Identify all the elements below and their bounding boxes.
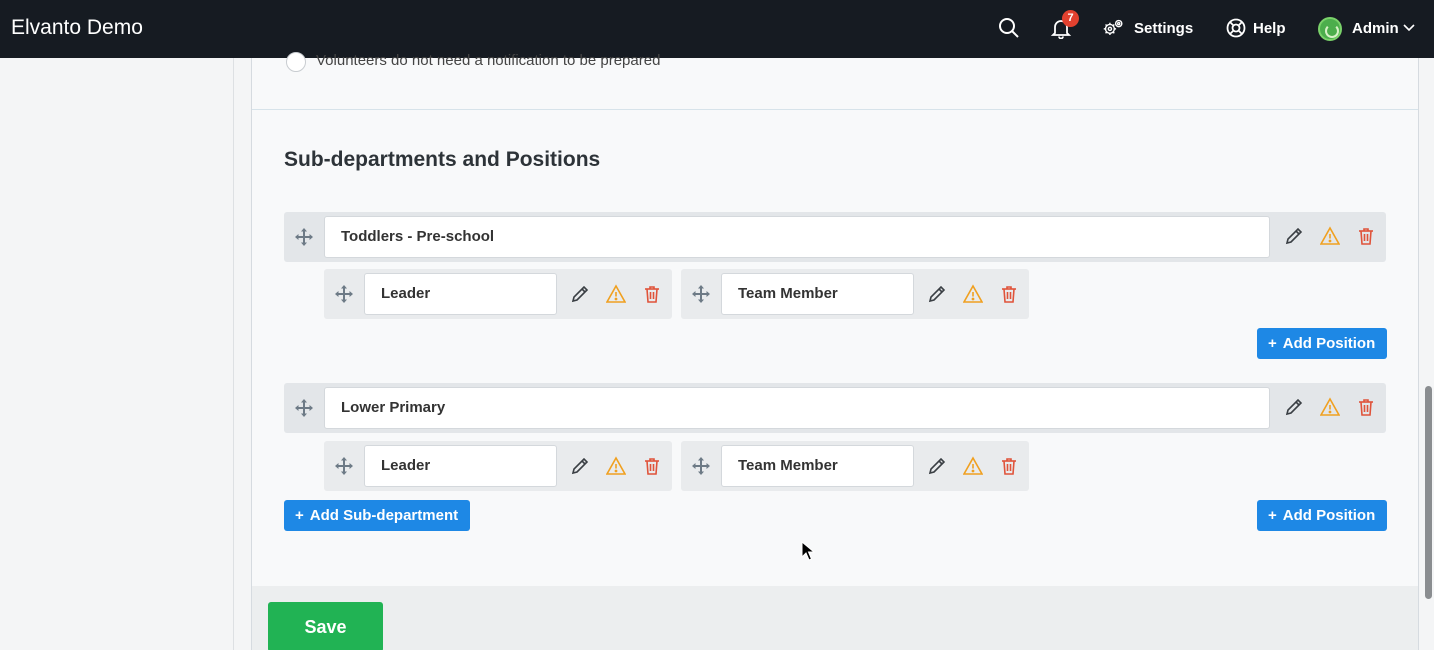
app-title[interactable]: Elvanto Demo — [11, 16, 143, 40]
trash-icon[interactable] — [999, 456, 1019, 476]
gears-icon[interactable] — [1102, 17, 1127, 39]
plus-icon: + — [1268, 335, 1277, 352]
section-divider — [252, 109, 1418, 110]
add-position-label: Add Position — [1282, 335, 1376, 352]
plus-icon: + — [295, 507, 304, 524]
position-row: Team Member — [681, 441, 1029, 491]
trash-icon[interactable] — [642, 284, 662, 304]
trash-icon[interactable] — [1356, 397, 1376, 417]
warning-icon[interactable] — [606, 284, 626, 304]
position-name-field[interactable]: Team Member — [721, 445, 914, 487]
add-subdepartment-button[interactable]: + Add Sub-department — [284, 500, 471, 531]
form-footer — [251, 586, 1419, 650]
warning-icon[interactable] — [963, 456, 983, 476]
plus-icon: + — [1268, 507, 1277, 524]
notification-count-badge: 7 — [1062, 10, 1079, 27]
trash-icon[interactable] — [1356, 226, 1376, 246]
search-icon[interactable] — [998, 17, 1020, 39]
move-icon[interactable] — [691, 284, 711, 304]
position-name-field[interactable]: Leader — [364, 445, 557, 487]
pencil-icon[interactable] — [570, 456, 590, 476]
lifebuoy-icon[interactable] — [1225, 17, 1247, 39]
position-row: Leader — [324, 269, 672, 319]
pencil-icon[interactable] — [1284, 226, 1304, 246]
position-row: Leader — [324, 441, 672, 491]
save-button[interactable]: Save — [268, 602, 383, 650]
volunteer-notification-label: Volunteers do not need a notification to… — [316, 52, 661, 69]
move-icon[interactable] — [294, 227, 314, 247]
settings-link[interactable]: Settings — [1134, 20, 1193, 37]
help-link[interactable]: Help — [1253, 20, 1286, 37]
pencil-icon[interactable] — [1284, 397, 1304, 417]
move-icon[interactable] — [334, 284, 354, 304]
chevron-down-icon[interactable] — [1402, 20, 1416, 34]
mouse-cursor-icon — [801, 540, 816, 561]
position-name-field[interactable]: Team Member — [721, 273, 914, 315]
move-icon[interactable] — [294, 398, 314, 418]
left-sidebar — [0, 58, 234, 650]
subdepartment-name-field[interactable]: Lower Primary — [324, 387, 1270, 429]
move-icon[interactable] — [334, 456, 354, 476]
trash-icon[interactable] — [999, 284, 1019, 304]
subdepartment-row: Lower Primary — [284, 383, 1386, 433]
pencil-icon[interactable] — [570, 284, 590, 304]
add-position-button[interactable]: + Add Position — [1257, 328, 1388, 359]
add-subdepartment-label: Add Sub-department — [309, 507, 459, 524]
section-title: Sub-departments and Positions — [284, 148, 601, 171]
subdepartment-name-field[interactable]: Toddlers - Pre-school — [324, 216, 1270, 258]
move-icon[interactable] — [691, 456, 711, 476]
pencil-icon[interactable] — [927, 284, 947, 304]
volunteer-notification-radio[interactable] — [286, 52, 306, 72]
subdepartment-row: Toddlers - Pre-school — [284, 212, 1386, 262]
warning-icon[interactable] — [1320, 397, 1340, 417]
add-position-label: Add Position — [1282, 507, 1376, 524]
add-position-button[interactable]: + Add Position — [1257, 500, 1388, 531]
pencil-icon[interactable] — [927, 456, 947, 476]
user-avatar[interactable] — [1318, 17, 1342, 41]
warning-icon[interactable] — [1320, 226, 1340, 246]
top-navigation-bar: Elvanto Demo 7 Settings Help Admin — [0, 0, 1434, 58]
user-menu-label[interactable]: Admin — [1352, 20, 1399, 37]
vertical-scrollbar[interactable] — [1425, 386, 1432, 599]
position-row: Team Member — [681, 269, 1029, 319]
warning-icon[interactable] — [606, 456, 626, 476]
trash-icon[interactable] — [642, 456, 662, 476]
warning-icon[interactable] — [963, 284, 983, 304]
position-name-field[interactable]: Leader — [364, 273, 557, 315]
